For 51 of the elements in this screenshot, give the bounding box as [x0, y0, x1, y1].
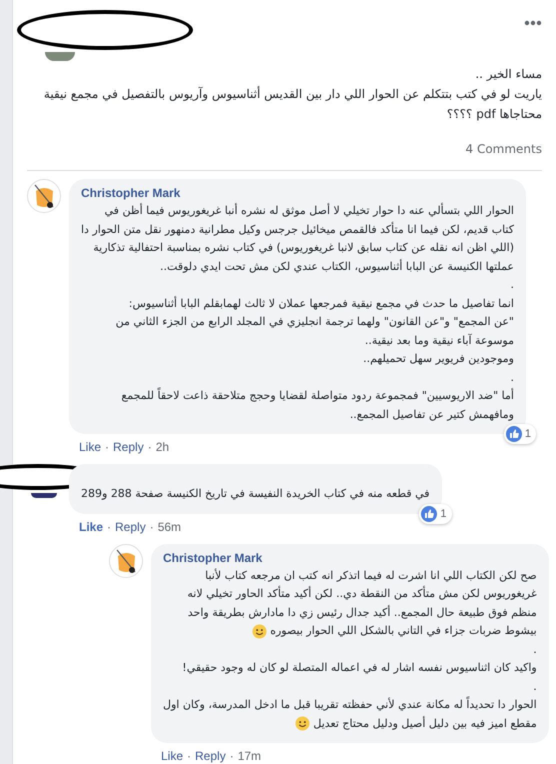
comment-text: صح لكن الكتاب اللي انا اشرت له فيما اتذكر انه كتب ان مرجعه كتاب لأنبا: [205, 568, 537, 584]
like-link[interactable]: Like: [161, 749, 184, 763]
timestamp[interactable]: 2h: [156, 440, 170, 454]
comment-text: .: [533, 642, 537, 658]
comment-text: الحوار دا تحديداً له مكانة عندي لأني حفظته تقريبا قبل ما ادخل المدرسة، وكان اول: [163, 696, 537, 713]
post-text: ياريت لو في كتب بتتكلم عن الحوار اللي دار بين القديس أثناسيوس وآريوس بالتفصيل في مجمع نيقية: [42, 85, 542, 103]
more-icon[interactable]: [524, 20, 542, 26]
separator-dot: ·: [148, 440, 152, 454]
reply-link[interactable]: Reply: [195, 749, 226, 763]
separator-dot: ·: [107, 520, 112, 534]
comment-text: ومافهمش كتير عن تفاصيل المجمع..: [350, 406, 514, 423]
avatar-icon[interactable]: [27, 179, 61, 213]
timestamp[interactable]: 56m: [158, 520, 182, 534]
comment-text: غريغوريوس لكن مش متأكد من النقطة دي.. لكن أكيد متأكد الحاور تخيلي لانه: [187, 585, 537, 602]
post-text: محتاجاها pdf ؟؟؟؟: [446, 106, 542, 123]
comment-text: .: [510, 370, 514, 386]
reply-link[interactable]: Reply: [113, 440, 144, 454]
separator-dot: ·: [187, 749, 192, 763]
comment-text: .: [510, 277, 514, 293]
thumbs-up-icon: [421, 506, 438, 522]
comment-text: في قطعه منه في كتاب الخريدة النفيسة في تاريخ الكنيسة صفحة 288 و289: [81, 486, 430, 502]
comment-text: "عن المجمع" و"عن القانون" ولهما ترجمة انجليزي في المجلد الرابع من الجزء الثاني من: [116, 314, 514, 330]
comment-text: الحوار اللي بتسألي عنه دا حوار تخيلي لا أصل موثق له نشره أنبا غريغوريوس فيما أظن في: [104, 202, 514, 219]
reply-link[interactable]: Reply: [115, 520, 146, 534]
comment-text: .: [533, 678, 537, 694]
comment-text: كتاب قديم، لكن فيما انا متأكد فالقمص ميخائيل جرجس وكيل مطرانية دمنهور نقل متن الحوار دا: [81, 220, 514, 238]
commenter-name[interactable]: Christopher Mark: [163, 550, 537, 564]
comment-text: انما تفاصيل ما حدث في مجمع نيقية فمرجعها عملان لا ثالث لهمابقلم البابا أثناسيوس:: [128, 295, 514, 312]
separator-dot: ·: [230, 749, 234, 763]
comment-text: مقطع اميز فيه بين دليل أصيل ودليل محتاج تعديل: [313, 715, 537, 732]
avatar-icon[interactable]: [109, 544, 143, 578]
reaction-badge[interactable]: 1: [419, 504, 452, 524]
comment-text: بيشوط ضربات جزاء في التاني بالشكل اللي الحوار بيصوره: [270, 623, 537, 639]
comment-text: أما "ضد الاريوسيين" فمجموعة ردود متواصلة لقضايا وحجج متلاحقة ذاعت لاحقاً للمجمع: [121, 387, 514, 404]
comment-text: واكيد كان اثناسيوس نفسه اشار له في اعماله المتصلة لو كان له وجود حقيقي!: [182, 660, 537, 676]
comment-text: منظم فوق طبيعة حال المجمع.. أكيد جدال رئيس زي دا مادارش بطريقة واحد: [188, 604, 537, 621]
comment-text: موسوعة آباء نيقية وما بعد نيقية..: [364, 332, 514, 349]
post-text: مساء الخير ..: [474, 66, 542, 83]
comment-text: وموجودين فريوير سهل تحميلهم..: [363, 351, 514, 367]
comments-count[interactable]: 4 Comments: [466, 142, 542, 156]
thumbs-up-icon: [506, 426, 522, 442]
reaction-badge[interactable]: 1: [504, 424, 536, 444]
separator-dot: ·: [105, 440, 110, 454]
like-link[interactable]: Like: [79, 440, 102, 454]
commenter-name[interactable]: Christopher Mark: [81, 186, 514, 200]
avatar-icon[interactable]: [31, 493, 57, 498]
like-link[interactable]: Like: [79, 520, 104, 534]
timestamp[interactable]: 17m: [238, 749, 262, 763]
separator-dot: ·: [150, 520, 154, 534]
comment-text: عملتها الكنيسة عن البابا أثناسيوس، الكتاب عندي لكن مش تحت ايدي دلوقت..: [160, 258, 514, 275]
comment-text: (اللي اظن انه نقله عن كتاب سابق لانبا غريغوريوس) في كتاب نشره بمناسبة احتفالية تذكارية: [93, 240, 514, 256]
